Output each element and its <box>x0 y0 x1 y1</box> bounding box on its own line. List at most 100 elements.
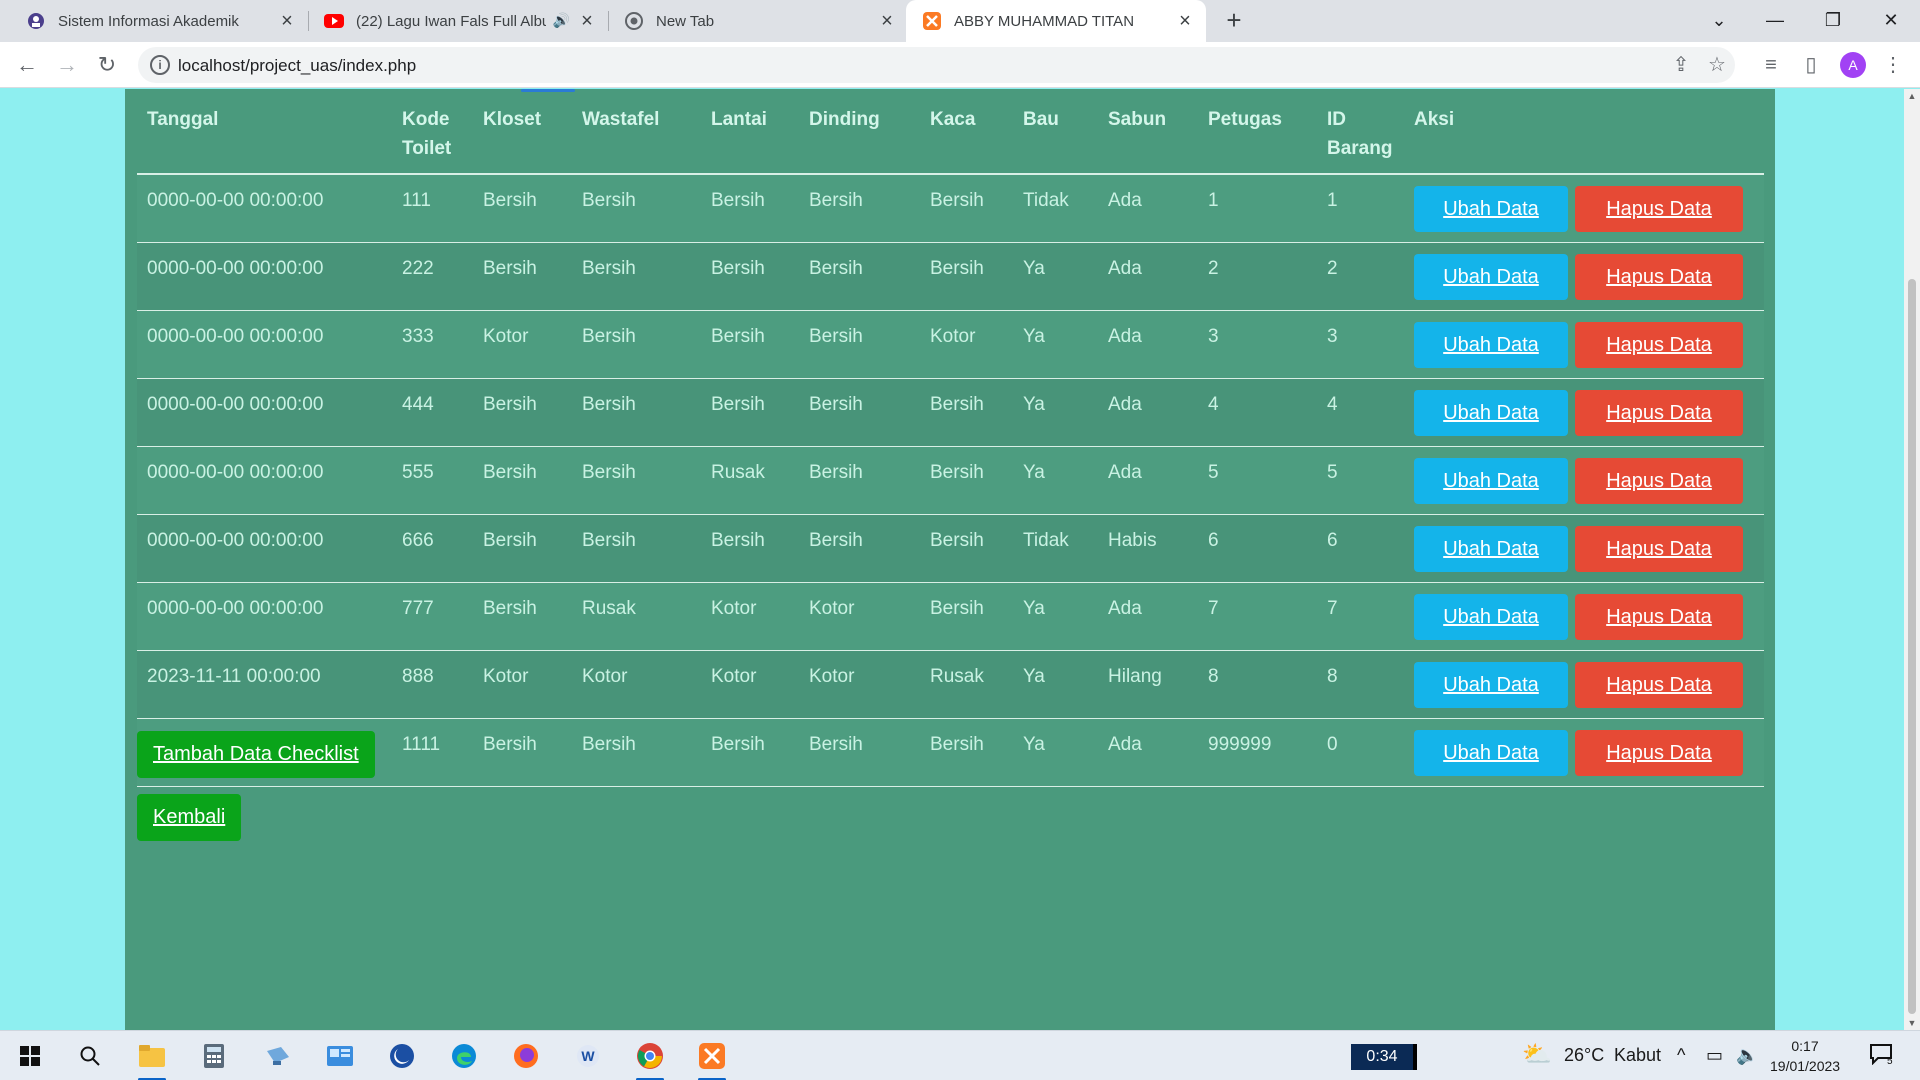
table-cell: Bersih <box>920 174 1013 243</box>
table-cell: 0000-00-00 00:00:00 <box>137 174 392 243</box>
browser-tab-3[interactable]: New Tab × <box>596 0 908 42</box>
url-text[interactable]: localhost/project_uas/index.php <box>178 56 416 76</box>
close-tab-icon[interactable]: × <box>1174 10 1196 32</box>
table-cell: Bersih <box>473 514 572 583</box>
weather-description[interactable]: Kabut <box>1614 1045 1661 1066</box>
add-checklist-button[interactable]: Tambah Data Checklist <box>137 731 375 778</box>
table-cell: 5 <box>1198 446 1317 515</box>
table-cell: 0000-00-00 00:00:00 <box>137 310 392 379</box>
firefox-icon[interactable] <box>504 1038 548 1074</box>
delete-data-button[interactable]: Hapus Data <box>1575 457 1743 504</box>
word-app-icon[interactable]: W <box>566 1038 610 1074</box>
tab-title: Sistem Informasi Akademik <box>58 12 239 30</box>
edit-data-button[interactable]: Ubah Data <box>1414 457 1568 504</box>
table-cell: 2 <box>1317 242 1404 311</box>
computer-app-icon[interactable] <box>256 1038 300 1074</box>
weather-cloud-icon[interactable]: ⛅ <box>1522 1040 1552 1069</box>
close-tab-icon[interactable]: × <box>276 10 298 32</box>
delete-data-button[interactable]: Hapus Data <box>1575 729 1743 776</box>
profile-avatar[interactable]: A <box>1840 52 1866 78</box>
edit-data-button[interactable]: Ubah Data <box>1414 525 1568 572</box>
delete-data-button[interactable]: Hapus Data <box>1575 253 1743 300</box>
edit-data-button[interactable]: Ubah Data <box>1414 593 1568 640</box>
browser-tab-2[interactable]: (22) Lagu Iwan Fals Full Album 🔊 × <box>296 0 608 42</box>
table-cell: Bersih <box>473 446 572 515</box>
battery-icon[interactable]: ▭ <box>1706 1045 1723 1066</box>
delete-data-button[interactable]: Hapus Data <box>1575 593 1743 640</box>
table-cell: Bersih <box>799 446 920 515</box>
system-clock[interactable]: 0:17 19/01/2023 <box>1770 1036 1840 1076</box>
search-icon[interactable] <box>68 1038 112 1074</box>
academic-logo-icon <box>26 11 46 31</box>
delete-data-button[interactable]: Hapus Data <box>1575 661 1743 708</box>
menu-kebab-icon[interactable]: ⋮ <box>1880 52 1906 78</box>
minimize-icon[interactable]: — <box>1758 5 1792 35</box>
browser-tab-1[interactable]: Sistem Informasi Akademik × <box>0 0 308 42</box>
edit-data-button[interactable]: Ubah Data <box>1414 321 1568 368</box>
close-window-icon[interactable]: ✕ <box>1874 5 1908 35</box>
table-cell: Ada <box>1098 582 1198 651</box>
moon-app-icon[interactable] <box>380 1038 424 1074</box>
control-panel-icon[interactable] <box>318 1038 362 1074</box>
table-cell: Bersih <box>799 174 920 243</box>
delete-data-button[interactable]: Hapus Data <box>1575 389 1743 436</box>
chrome-taskbar-icon[interactable] <box>628 1038 672 1080</box>
new-tab-icon[interactable]: + <box>1220 7 1248 35</box>
side-panel-icon[interactable]: ▯ <box>1798 52 1824 78</box>
table-cell: Ada <box>1098 174 1198 243</box>
tray-chevron-up-icon[interactable]: ^ <box>1677 1045 1685 1066</box>
table-cell: 111 <box>392 174 473 243</box>
windows-taskbar: W 0:34 ⛅ 26°C Kabut ^ ▭ 🔈 0:17 19/01/202… <box>0 1030 1920 1080</box>
col-header: Lantai <box>701 99 799 175</box>
table-cell: 1 <box>1198 174 1317 243</box>
table-cell: 4 <box>1198 378 1317 447</box>
xampp-taskbar-icon[interactable] <box>690 1038 734 1080</box>
scroll-up-arrow-icon[interactable]: ▲ <box>1907 91 1917 101</box>
browser-tab-4-active[interactable]: ABBY MUHAMMAD TITAN × <box>906 0 1206 42</box>
edge-browser-icon[interactable] <box>442 1038 486 1074</box>
table-cell: 6 <box>1198 514 1317 583</box>
page-scrollbar[interactable]: ▲ ▼ <box>1904 89 1920 1030</box>
table-cell: Bersih <box>701 378 799 447</box>
edit-data-button[interactable]: Ubah Data <box>1414 186 1568 232</box>
table-cell: Kotor <box>799 650 920 719</box>
calculator-icon[interactable] <box>192 1038 236 1074</box>
restore-icon[interactable]: ❐ <box>1816 5 1850 35</box>
site-info-icon[interactable]: i <box>150 55 170 75</box>
delete-data-button[interactable]: Hapus Data <box>1575 321 1743 368</box>
nav-indicator <box>521 89 575 92</box>
edit-data-button[interactable]: Ubah Data <box>1414 389 1568 436</box>
table-cell: Bersih <box>799 242 920 311</box>
edit-data-button[interactable]: Ubah Data <box>1414 729 1568 776</box>
table-cell: Bersih <box>799 514 920 583</box>
action-cell: Ubah Data Hapus Data <box>1404 310 1764 379</box>
volume-icon[interactable]: 🔈 <box>1736 1045 1758 1066</box>
close-tab-icon[interactable]: × <box>876 10 898 32</box>
delete-data-button[interactable]: Hapus Data <box>1575 525 1743 572</box>
address-bar[interactable]: i localhost/project_uas/index.php ⇪ ☆ <box>138 47 1735 83</box>
forward-arrow-icon[interactable]: → <box>52 50 82 80</box>
col-header: Petugas <box>1198 99 1317 175</box>
delete-data-button[interactable]: Hapus Data <box>1575 186 1743 232</box>
close-tab-icon[interactable]: × <box>576 10 598 32</box>
weather-temperature[interactable]: 26°C <box>1564 1045 1604 1066</box>
media-control-icon[interactable]: ≡ <box>1758 52 1784 78</box>
reload-icon[interactable]: ↻ <box>92 50 122 80</box>
table-header-row: Tanggal Kode Toilet Kloset Wastafel Lant… <box>137 99 1764 175</box>
file-explorer-icon[interactable] <box>130 1038 174 1080</box>
browser-tab-strip: Sistem Informasi Akademik × (22) Lagu Iw… <box>0 0 1920 42</box>
notification-center-icon[interactable]: 5 <box>1868 1043 1894 1069</box>
windows-start-icon[interactable] <box>8 1038 52 1074</box>
share-icon[interactable]: ⇪ <box>1668 52 1694 78</box>
scrollbar-thumb[interactable] <box>1908 279 1916 1014</box>
speaker-icon[interactable]: 🔊 <box>553 12 570 29</box>
recording-timer[interactable]: 0:34 <box>1351 1044 1417 1070</box>
scroll-down-arrow-icon[interactable]: ▼ <box>1907 1018 1917 1028</box>
table-cell: 4 <box>1317 378 1404 447</box>
bookmark-star-icon[interactable]: ☆ <box>1704 52 1730 78</box>
edit-data-button[interactable]: Ubah Data <box>1414 661 1568 708</box>
edit-data-button[interactable]: Ubah Data <box>1414 253 1568 300</box>
back-arrow-icon[interactable]: ← <box>12 50 42 80</box>
tab-search-chevron-icon[interactable]: ⌄ <box>1702 5 1736 35</box>
back-button[interactable]: Kembali <box>137 794 242 841</box>
